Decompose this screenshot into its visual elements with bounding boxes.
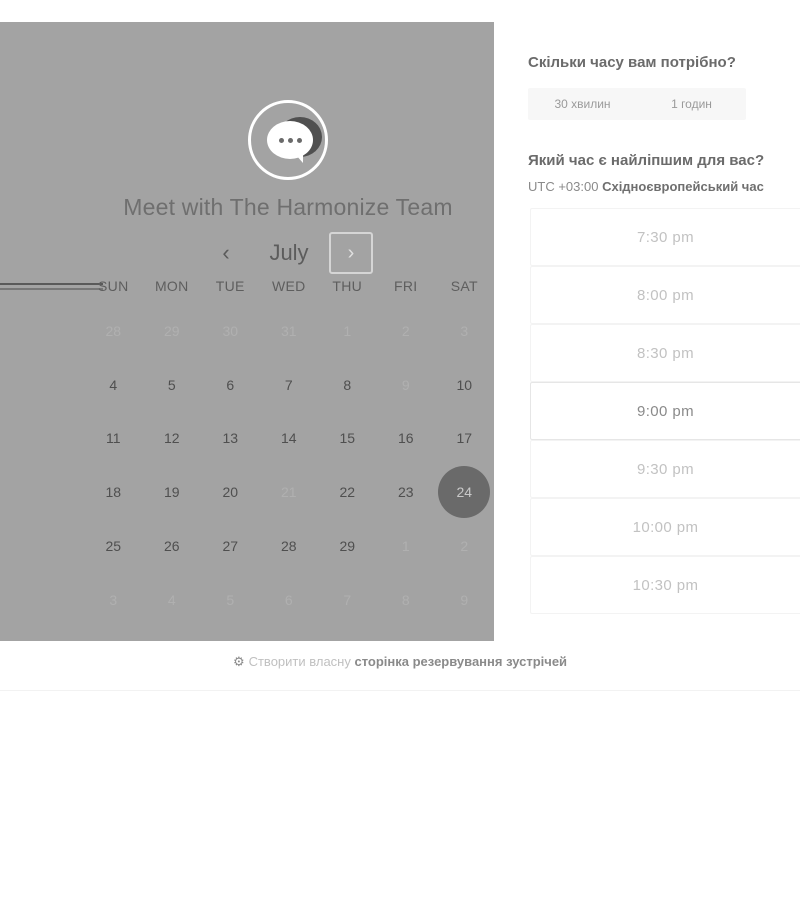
calendar-day[interactable]: 15	[318, 412, 377, 466]
timezone-label: UTC +03:00 Східноєвропейський час	[528, 179, 764, 194]
calendar-day[interactable]: 5	[143, 358, 202, 412]
calendar-day: 5	[226, 591, 235, 608]
duration-option-1-hour[interactable]: 1 годин	[637, 88, 746, 120]
weekday-header: FRI	[394, 278, 418, 294]
calendar-day[interactable]: 6	[201, 358, 260, 412]
top-strip	[0, 0, 800, 22]
duration-question: Скільки часу вам потрібно?	[528, 54, 736, 71]
calendar-day: 3	[109, 591, 118, 608]
calendar-day[interactable]: 27	[201, 519, 260, 573]
timezone-name: Східноєвропейський час	[602, 179, 764, 194]
calendar-day: 2	[460, 538, 469, 555]
calendar-day[interactable]: 4	[84, 358, 143, 412]
calendar-day: 21	[280, 484, 297, 501]
time-slot-list: 7:30 pm 8:00 pm 8:30 pm 9:00 pm 9:30 pm 10:00…	[530, 208, 800, 614]
calendar-day: 8	[401, 591, 410, 608]
calendar-day: 2	[401, 322, 410, 339]
calendar-day[interactable]: 20	[201, 465, 260, 519]
calendar-day[interactable]: 25	[84, 519, 143, 573]
calendar-day: 4	[167, 591, 176, 608]
calendar-day[interactable]: 8	[318, 358, 377, 412]
weekday-header: MON	[154, 278, 189, 294]
calendar-day[interactable]: 28	[260, 519, 319, 573]
calendar-day[interactable]: 10	[435, 358, 494, 412]
timezone-offset: UTC +03:00	[528, 179, 599, 194]
calendar-day[interactable]: 17	[435, 412, 494, 466]
calendar-day[interactable]: 22	[318, 465, 377, 519]
calendar-day[interactable]: 19	[143, 465, 202, 519]
selected-day-number: 24	[438, 466, 491, 519]
time-slot-button[interactable]: 9:00 pm	[530, 382, 800, 440]
time-slot-button[interactable]: 10:30 pm	[530, 556, 800, 614]
calendar-day[interactable]: 23	[377, 465, 436, 519]
calendar-day: 6	[284, 591, 293, 608]
weekday-header: TUE	[215, 278, 245, 294]
calendar-day: 28	[105, 322, 122, 339]
calendar-day: 31	[280, 322, 297, 339]
calendar-day[interactable]: 7	[260, 358, 319, 412]
weekday-header: THU	[332, 278, 363, 294]
weekday-header: SAT	[450, 278, 478, 294]
weekday-header: WED	[271, 278, 306, 294]
calendar-day: 7	[343, 591, 352, 608]
hubspot-sprocket-icon: ⚙	[232, 654, 245, 669]
chat-bubble-logo-icon	[248, 100, 328, 180]
time-question: Який час є найліпшим для вас?	[528, 152, 765, 169]
calendar-day: 30	[222, 322, 239, 339]
footer-link-text[interactable]: сторінка резервування зустрічей	[354, 654, 567, 669]
logo-bubble	[267, 121, 313, 159]
calendar-day[interactable]: 12	[143, 412, 202, 466]
meeting-title: Meet with The Harmonize Team	[123, 194, 453, 220]
calendar-day[interactable]: 16	[377, 412, 436, 466]
calendar-day: 9	[401, 376, 410, 393]
calendar-day[interactable]: 26	[143, 519, 202, 573]
time-slot-button[interactable]: 10:00 pm	[530, 498, 800, 556]
calendar-day-selected[interactable]: 24	[435, 465, 494, 519]
calendar-day[interactable]: 11	[84, 412, 143, 466]
calendar-day[interactable]: 29	[318, 519, 377, 573]
booking-panel: Скільки часу вам потрібно? 30 хвилин 1 г…	[494, 22, 800, 641]
calendar-grid: SUN MON TUE WED THU FRI SAT 28 29 30 31 1 2 3 4 5 6 7 8 9 10…	[84, 268, 494, 627]
duration-selector: 30 хвилин 1 годин	[528, 88, 746, 120]
time-slot-button[interactable]: 9:30 pm	[530, 440, 800, 498]
calendar-day[interactable]: 14	[260, 412, 319, 466]
month-label: July	[269, 240, 309, 265]
calendar-day: 9	[460, 591, 469, 608]
footer-divider	[0, 690, 800, 691]
time-slot-button[interactable]: 8:30 pm	[530, 324, 800, 382]
footer-create-link[interactable]: ⚙ Створити власну сторінка резервування з…	[0, 654, 800, 670]
calendar-day: 1	[401, 538, 410, 555]
time-slot-button[interactable]: 8:00 pm	[530, 266, 800, 324]
time-slot-button[interactable]: 7:30 pm	[530, 208, 800, 266]
duration-option-30-min[interactable]: 30 хвилин	[528, 88, 637, 120]
ellipsis-icon	[278, 137, 302, 143]
calendar-day[interactable]: 13	[201, 412, 260, 466]
weekday-header: SUN	[98, 278, 129, 294]
calendar-day: 29	[163, 322, 180, 339]
calendar-day: 1	[343, 322, 352, 339]
footer-prefix: Створити власну	[248, 654, 351, 669]
calendar-day: 3	[460, 322, 469, 339]
calendar-day[interactable]: 18	[84, 465, 143, 519]
